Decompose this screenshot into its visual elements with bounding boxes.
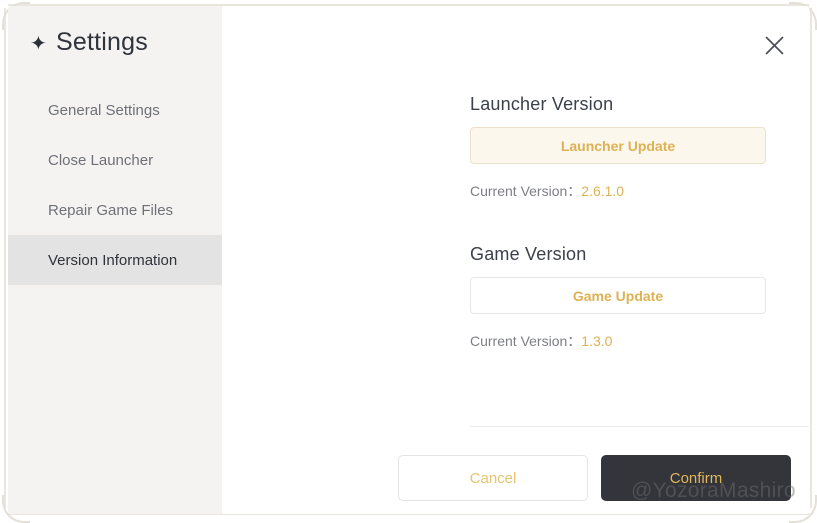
launcher-current-version-value: 2.6.1.0 (581, 183, 625, 199)
confirm-button-label: Confirm (669, 469, 723, 487)
sidebar-item-general-settings[interactable]: General Settings (8, 85, 222, 135)
game-update-label: Game Update (572, 287, 664, 304)
game-version-heading: Game Version (470, 244, 587, 264)
sidebar-item-label: Version Information (48, 251, 178, 269)
cancel-button[interactable]: Cancel (398, 455, 588, 501)
launcher-version-heading: Launcher Version (470, 94, 614, 114)
launcher-version-section: Launcher Version Launcher Update Current… (470, 94, 766, 201)
dialog-footer: Cancel Confirm (222, 455, 809, 501)
frame-left-edge (4, 8, 6, 508)
game-version-section: Game Version Game Update Current Version… (470, 244, 766, 351)
launcher-current-version: Current Version：2.6.1.0 (470, 181, 766, 201)
game-current-version: Current Version：1.3.0 (470, 331, 766, 351)
close-icon[interactable] (757, 28, 791, 62)
sidebar-item-label: Repair Game Files (48, 201, 174, 219)
footer-divider (470, 426, 809, 427)
sidebar-item-label: Close Launcher (48, 151, 154, 169)
sparkle-icon: ✦ (30, 32, 47, 55)
game-current-version-value: 1.3.0 (581, 333, 613, 349)
sidebar-item-repair-game-files[interactable]: Repair Game Files (8, 185, 222, 235)
settings-sidebar: ✦ Settings General Settings Close Launch… (8, 6, 222, 514)
settings-content: Launcher Version Launcher Update Current… (222, 6, 809, 514)
launcher-current-version-label: Current Version： (470, 183, 582, 199)
game-update-button[interactable]: Game Update (470, 277, 766, 314)
launcher-update-button[interactable]: Launcher Update (470, 127, 766, 164)
sidebar-item-version-information[interactable]: Version Information (8, 235, 222, 285)
launcher-update-label: Launcher Update (560, 137, 676, 154)
game-current-version-label: Current Version： (470, 333, 582, 349)
page-title-label: Settings (55, 28, 148, 56)
frame-right-edge (810, 8, 812, 508)
confirm-button[interactable]: Confirm (601, 455, 791, 501)
sidebar-item-label: General Settings (48, 101, 160, 119)
settings-dialog: ✦ Settings General Settings Close Launch… (8, 6, 809, 514)
sidebar-item-close-launcher[interactable]: Close Launcher (8, 135, 222, 185)
page-title: ✦ Settings (8, 28, 222, 57)
cancel-button-label: Cancel (469, 469, 517, 487)
